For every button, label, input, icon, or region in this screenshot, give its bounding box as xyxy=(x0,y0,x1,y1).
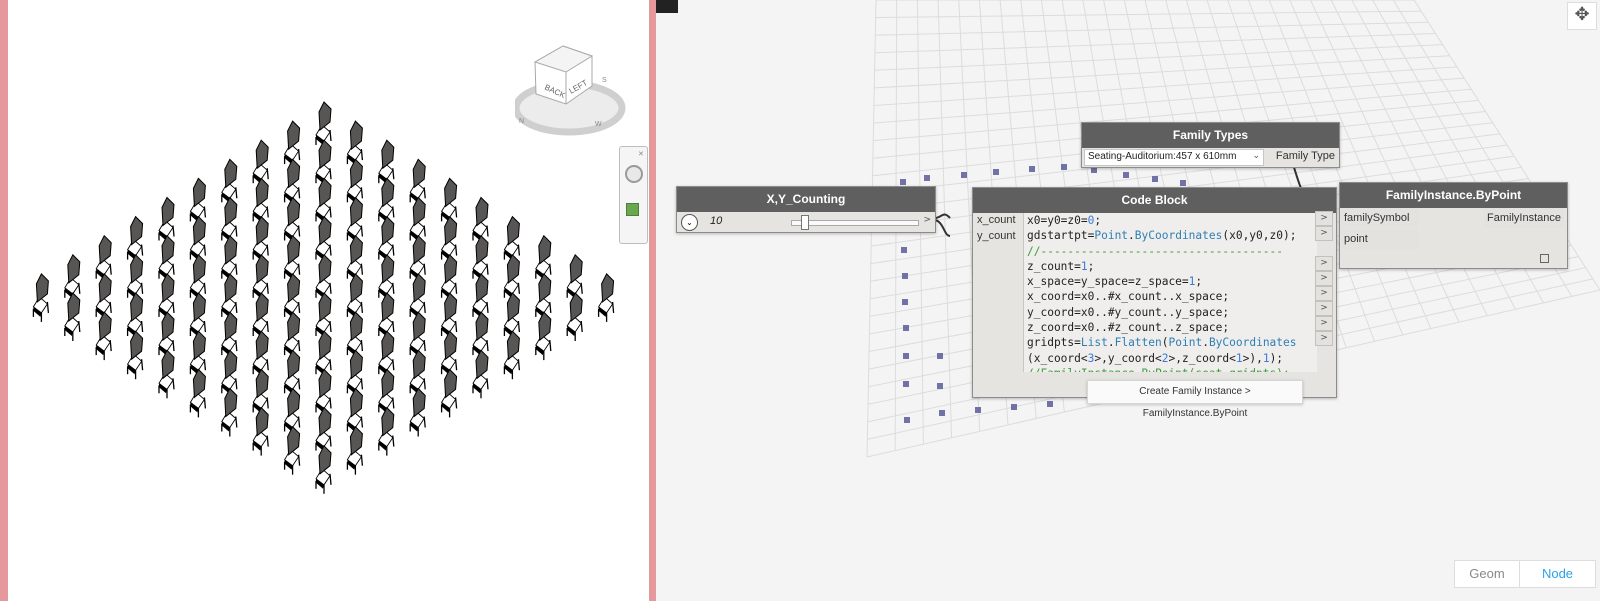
code-line: (x_coord<3>,y_coord<2>,z_coord<1>),1); xyxy=(1027,351,1284,365)
viewcube[interactable]: BACK LEFT S N W xyxy=(512,42,633,137)
canvas-corner-button[interactable] xyxy=(656,0,678,13)
view-toggle: Geom Node xyxy=(1454,560,1596,588)
zoom-icon[interactable] xyxy=(626,203,639,216)
family-instance-title: FamilyInstance.ByPoint xyxy=(1340,183,1567,208)
chair xyxy=(95,311,112,361)
code-output-port[interactable]: > xyxy=(1315,256,1333,271)
code-line: //------------------------------------ xyxy=(1027,244,1283,258)
family-types-selected: Seating-Auditorium:457 x 610mm xyxy=(1088,151,1237,162)
svg-text:S: S xyxy=(602,77,607,84)
slider-output-port[interactable]: > xyxy=(923,215,931,225)
revit-3d-view[interactable]: BACK LEFT S N W ✕ xyxy=(0,0,651,601)
code-output-port[interactable]: > xyxy=(1315,316,1333,331)
chair xyxy=(346,426,364,476)
family-types-title: Family Types xyxy=(1082,123,1339,148)
move-icon: ✥ xyxy=(1574,4,1590,25)
code-output-port[interactable]: > xyxy=(1315,271,1333,286)
code-output-port[interactable]: > xyxy=(1315,286,1333,301)
family-instance-node[interactable]: FamilyInstance.ByPoint familySymbol poin… xyxy=(1339,182,1568,269)
family-types-node[interactable]: Family Types Seating-Auditorium:457 x 61… xyxy=(1081,122,1340,168)
code-output-port[interactable]: > xyxy=(1315,331,1333,346)
code-line: gridpts=List.Flatten(Point.ByCoordinates xyxy=(1027,336,1297,350)
chair xyxy=(472,349,489,399)
node-preview-icon[interactable] xyxy=(1540,254,1549,263)
chair xyxy=(32,273,50,323)
code-line: z_count=1; xyxy=(1027,259,1095,273)
chair xyxy=(409,387,426,438)
chair xyxy=(126,330,144,380)
navigation-bar: ✕ xyxy=(619,146,648,244)
chair xyxy=(440,368,458,419)
code-block-node[interactable]: Code Block x_count y_count x0=y0=z0=0; g… xyxy=(972,187,1337,398)
slider-value[interactable]: 10 xyxy=(710,215,722,227)
code-line: x_coord=x0..#x_count..x_space; xyxy=(1027,290,1230,304)
dynamo-canvas[interactable]: ✥ X,Y_Counting ⌄ 10 > Family Types Seati… xyxy=(656,0,1600,601)
slider-track[interactable] xyxy=(791,220,919,226)
code-line: x0=y0=z0=0; xyxy=(1027,214,1102,227)
chair xyxy=(158,349,175,399)
code-line: gdstartpt=Point.ByCoordinates(x0,y0,z0); xyxy=(1027,229,1297,243)
chair xyxy=(315,445,332,495)
chair xyxy=(189,368,207,419)
view-border-right xyxy=(649,0,656,601)
geom-toggle-button[interactable]: Geom xyxy=(1455,561,1520,587)
svg-text:N: N xyxy=(519,118,524,125)
chair xyxy=(378,406,395,457)
family-types-output-port[interactable]: Family Type xyxy=(1276,150,1335,162)
code-block-input-y[interactable]: y_count xyxy=(977,230,1016,242)
steering-wheel-icon[interactable] xyxy=(625,165,643,183)
tooltip: Create Family Instance > FamilyInstance.… xyxy=(1087,380,1303,419)
family-types-dropdown[interactable]: Seating-Auditorium:457 x 610mm ⌄ xyxy=(1084,149,1264,166)
code-output-port[interactable]: > xyxy=(1315,301,1333,316)
pan-button[interactable]: ✥ xyxy=(1567,2,1597,30)
slider-node-title: X,Y_Counting xyxy=(677,187,935,212)
code-line: y_coord=x0..#y_count..y_space; xyxy=(1027,305,1230,319)
slider-thumb[interactable] xyxy=(801,215,809,230)
nav-close-icon[interactable]: ✕ xyxy=(638,150,644,158)
code-block-input-x[interactable]: x_count xyxy=(977,214,1016,226)
dropdown-arrow-icon: ⌄ xyxy=(1252,151,1260,161)
code-output-port[interactable]: > xyxy=(1315,226,1333,241)
code-block-title: Code Block xyxy=(973,188,1336,213)
chair xyxy=(566,292,583,342)
chevron-down-icon: ⌄ xyxy=(686,218,693,227)
viewcube-icon: BACK LEFT S N W xyxy=(512,45,626,136)
node-toggle-button[interactable]: Node xyxy=(1520,561,1595,587)
chair xyxy=(221,387,238,438)
svg-text:W: W xyxy=(595,121,602,128)
code-line: z_coord=x0..#z_count..z_space; xyxy=(1027,321,1230,335)
code-output-port[interactable]: > xyxy=(1315,211,1333,226)
fi-output-familyinstance[interactable]: FamilyInstance xyxy=(1484,208,1564,228)
code-line: x_space=y_space=z_space=1; xyxy=(1027,275,1203,289)
slider-node[interactable]: X,Y_Counting ⌄ 10 > xyxy=(676,186,936,233)
chair xyxy=(535,311,552,361)
chair xyxy=(283,426,301,476)
view-border-left xyxy=(0,0,8,601)
chair xyxy=(252,406,269,457)
chair xyxy=(64,292,81,342)
chair xyxy=(597,273,615,323)
fi-input-point[interactable]: point xyxy=(1341,229,1419,249)
code-editor[interactable]: x0=y0=z0=0; gdstartpt=Point.ByCoordinate… xyxy=(1023,213,1317,372)
fi-input-familysymbol[interactable]: familySymbol xyxy=(1341,208,1419,228)
chair xyxy=(503,330,521,380)
slider-expand-button[interactable]: ⌄ xyxy=(681,214,698,231)
code-line: //FamilyInstance.ByPoint(seat,gridpts); xyxy=(1027,366,1317,372)
